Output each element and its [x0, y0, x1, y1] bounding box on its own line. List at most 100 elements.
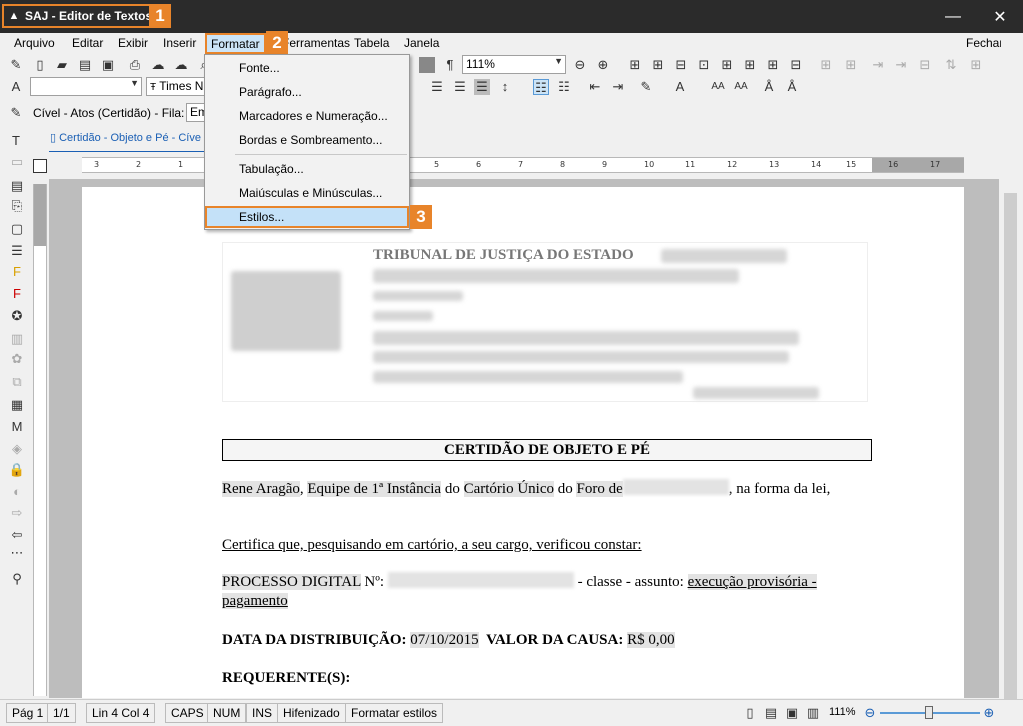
export-icon[interactable]: ⇨ [8, 504, 26, 522]
highlight-block-icon[interactable] [419, 57, 435, 73]
close-window-button[interactable]: ✕ [977, 0, 1023, 33]
line-spacing-icon[interactable]: ↕ [497, 79, 513, 95]
blank-page-icon[interactable]: ▯ [32, 57, 48, 73]
align-center-icon[interactable]: ☰ [429, 79, 445, 95]
outline-view-icon[interactable]: ▥ [805, 705, 821, 721]
function-icon[interactable]: F [8, 263, 26, 281]
bullets-icon[interactable]: ☷ [533, 79, 549, 95]
comment-icon[interactable]: ▢ [8, 220, 26, 238]
table-border-icon[interactable]: ⊞ [843, 57, 859, 73]
table-grid-toggle-icon[interactable]: ⊞ [968, 57, 984, 73]
print-icon[interactable]: ⎙ [127, 57, 143, 73]
document-workspace[interactable]: TRIBUNAL DE JUSTIÇA DO ESTADO CERTIDÃO D… [49, 179, 999, 698]
function-remove-icon[interactable]: F [8, 285, 26, 303]
award-icon[interactable]: ✪ [8, 307, 26, 325]
template-icon[interactable]: ▤ [77, 57, 93, 73]
zoom-out-icon[interactable]: ⊖ [862, 705, 878, 721]
menu-editar[interactable]: Editar [72, 36, 103, 50]
lock-icon[interactable]: 🔒 [8, 461, 26, 479]
menu-fechar[interactable]: Fechar [966, 36, 1003, 50]
new-document-icon[interactable]: ✎ [8, 57, 24, 73]
table-split-icon[interactable]: ⊞ [742, 57, 758, 73]
table-cell-icon[interactable]: ⊡ [696, 57, 712, 73]
menu-item-estilos[interactable]: Estilos... [205, 206, 409, 228]
style-combo[interactable]: ▼ [30, 77, 142, 96]
align-justify-icon[interactable]: ☰ [474, 79, 490, 95]
table-merge-icon[interactable]: ⊞ [765, 57, 781, 73]
insert-field-icon[interactable]: ▭ [8, 153, 26, 171]
menu-item-marcadores[interactable]: Marcadores e Numeração... [207, 105, 407, 127]
form-icon[interactable]: ▤ [8, 177, 26, 195]
grow-font-icon[interactable]: AA [710, 79, 726, 95]
menu-item-fonte[interactable]: Fonte... [207, 57, 407, 79]
menu-item-maiusculas[interactable]: Maiúsculas e Minúsculas... [207, 182, 407, 204]
menu-ferramentas[interactable]: Ferramentas [282, 36, 350, 50]
list-doc-icon[interactable]: ☰ [8, 242, 26, 260]
menu-item-bordas[interactable]: Bordas e Sombreamento... [207, 129, 407, 151]
table-cols-icon[interactable]: ⊞ [719, 57, 735, 73]
insert-row-icon[interactable]: ⇥ [870, 57, 886, 73]
vertical-ruler[interactable] [33, 184, 47, 696]
zoom-slider-thumb[interactable] [925, 706, 933, 719]
print-view-icon[interactable]: ▣ [784, 705, 800, 721]
case-icon[interactable]: Å [761, 79, 777, 95]
stamp-icon[interactable]: ✿ [8, 350, 26, 368]
attach-icon[interactable]: ⎘ [8, 197, 26, 215]
document-page[interactable]: TRIBUNAL DE JUSTIÇA DO ESTADO CERTIDÃO D… [82, 187, 964, 698]
share-icon[interactable]: ⋯ [8, 544, 26, 562]
split-cells-icon[interactable]: ⇅ [943, 57, 959, 73]
font-color-icon[interactable]: A [672, 79, 688, 95]
minimize-button[interactable]: — [930, 0, 976, 33]
tab-document[interactable]: ▯ Certidão - Objeto e Pé - Cíve [50, 131, 201, 151]
align-right-icon[interactable]: ☰ [452, 79, 468, 95]
shrink-font-icon[interactable]: AA [733, 79, 749, 95]
menu-janela[interactable]: Janela [404, 36, 439, 50]
case-lower-icon[interactable]: Å [784, 79, 800, 95]
open-folder-icon[interactable]: ▰ [54, 57, 70, 73]
calendar-icon[interactable]: ▦ [8, 396, 26, 414]
note-icon[interactable]: M [8, 418, 26, 436]
cloud-icon[interactable]: ☁ [150, 57, 166, 73]
menu-arquivo[interactable]: Arquivo [14, 36, 55, 50]
copy-icon[interactable]: ⧉ [8, 373, 26, 391]
font-combo[interactable]: Ŧ Times N [146, 77, 206, 96]
table-props-icon[interactable]: ⊞ [818, 57, 834, 73]
status-style[interactable]: Formatar estilos [345, 703, 444, 723]
vertical-scrollbar[interactable] [1001, 33, 1021, 703]
delete-row-icon[interactable]: ⊟ [917, 57, 933, 73]
ear-icon[interactable]: ◐ [8, 483, 26, 501]
highlight-pen-icon[interactable]: ✎ [638, 79, 654, 95]
save-icon[interactable]: ▣ [100, 57, 116, 73]
cloud-sync-icon[interactable]: ☁ [173, 57, 189, 73]
import-icon[interactable]: ⇦ [8, 526, 26, 544]
tag-icon[interactable]: ◈ [8, 440, 26, 458]
menu-inserir[interactable]: Inserir [163, 36, 196, 50]
ruler-corner[interactable] [33, 159, 47, 173]
style-a-icon[interactable]: A [8, 79, 24, 95]
table-rows-icon[interactable]: ⊟ [673, 57, 689, 73]
web-view-icon[interactable]: ▤ [763, 705, 779, 721]
increase-indent-icon[interactable]: ⇥ [610, 79, 626, 95]
columns-icon[interactable]: ▥ [8, 330, 26, 348]
zoom-in-icon[interactable]: ⊕ [595, 57, 611, 73]
tab-icon[interactable]: T [8, 133, 24, 149]
numbering-icon[interactable]: ☷ [556, 79, 572, 95]
edit-icon[interactable]: ✎ [8, 105, 24, 121]
table-grid-icon[interactable]: ⊞ [650, 57, 666, 73]
scrollbar-thumb[interactable] [1004, 193, 1017, 703]
menu-item-tabulacao[interactable]: Tabulação... [207, 158, 407, 180]
table-insert-icon[interactable]: ⊞ [627, 57, 643, 73]
zoom-out-icon[interactable]: ⊖ [572, 57, 588, 73]
table-delete-icon[interactable]: ⊟ [788, 57, 804, 73]
zoom-combo[interactable]: 111% ▼ [462, 55, 566, 74]
format-painter-icon[interactable]: ⚲ [8, 570, 26, 588]
decrease-indent-icon[interactable]: ⇤ [587, 79, 603, 95]
menu-formatar[interactable]: Formatar [205, 33, 266, 54]
insert-col-icon[interactable]: ⇥ [893, 57, 909, 73]
menu-exibir[interactable]: Exibir [118, 36, 148, 50]
menu-tabela[interactable]: Tabela [354, 36, 389, 50]
pilcrow-icon[interactable]: ¶ [442, 57, 458, 73]
page-view-icon[interactable]: ▯ [742, 705, 758, 721]
zoom-in-icon[interactable]: ⊕ [981, 705, 997, 721]
menu-item-paragrafo[interactable]: Parágrafo... [207, 81, 407, 103]
